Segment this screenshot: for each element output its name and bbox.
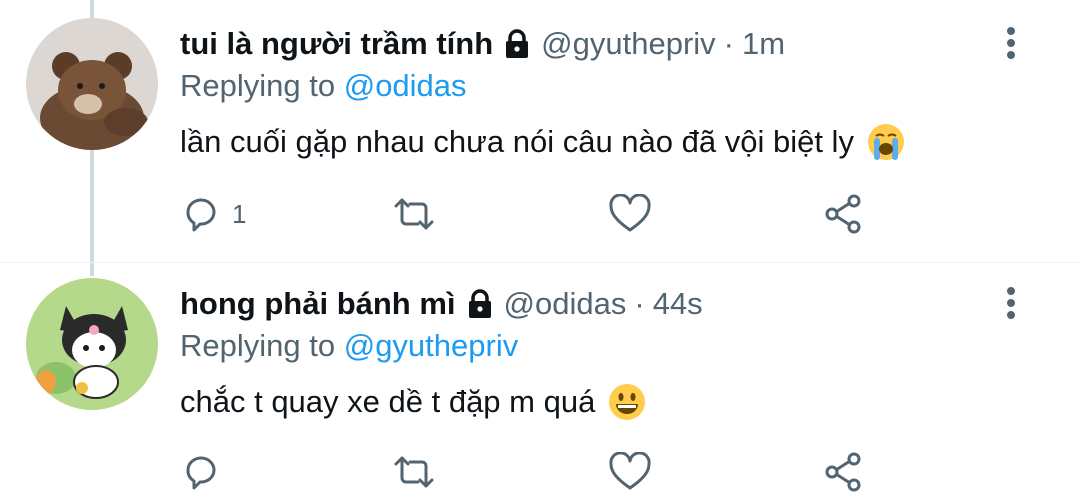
separator-dot: · xyxy=(634,286,645,321)
more-options-icon[interactable] xyxy=(1001,284,1021,324)
retweet-icon xyxy=(394,456,434,488)
like-button[interactable] xyxy=(608,452,652,492)
more-options-icon[interactable] xyxy=(1001,24,1021,64)
reply-button[interactable] xyxy=(180,452,232,492)
replying-to-line: Replying to @gyuthepriv xyxy=(180,328,518,364)
heart-icon xyxy=(609,194,651,232)
tweet-1[interactable]: tui là người trầm tính @gyuthepriv · 1m … xyxy=(0,0,1080,260)
handle[interactable]: @odidas xyxy=(504,286,627,322)
like-button[interactable] xyxy=(608,194,652,234)
reply-icon xyxy=(186,456,216,490)
kuromi-avatar[interactable] xyxy=(26,278,158,410)
replying-to-label: Replying to xyxy=(180,328,336,363)
tweet-text: lần cuối gặp nhau chưa nói câu nào đã vộ… xyxy=(180,122,906,162)
tweet-header: tui là người trầm tính @gyuthepriv · 1m xyxy=(180,26,785,62)
retweet-button[interactable] xyxy=(390,452,438,492)
grinning-face-icon xyxy=(607,382,647,422)
heart-icon xyxy=(609,452,651,490)
share-button[interactable] xyxy=(822,192,866,236)
display-name[interactable]: hong phải bánh mì xyxy=(180,286,456,322)
loudly-crying-face-icon xyxy=(866,122,906,162)
lock-icon xyxy=(501,28,533,60)
tweet-text: chắc t quay xe dề t đặp m quá xyxy=(180,382,647,422)
tweet-header: hong phải bánh mì @odidas · 44s xyxy=(180,286,703,322)
reply-button[interactable]: 1 xyxy=(180,194,246,234)
replying-to-line: Replying to @odidas xyxy=(180,68,467,104)
tweet-2[interactable]: hong phải bánh mì @odidas · 44s Replying… xyxy=(0,262,1080,504)
tweet-text-content: chắc t quay xe dề t đặp m quá xyxy=(180,384,596,419)
lock-icon xyxy=(464,288,496,320)
mention-link[interactable]: @odidas xyxy=(344,68,467,103)
timestamp[interactable]: 44s xyxy=(653,286,703,322)
mention-link[interactable]: @gyuthepriv xyxy=(344,328,519,363)
tweet-text-content: lần cuối gặp nhau chưa nói câu nào đã vộ… xyxy=(180,124,854,159)
retweet-icon xyxy=(394,198,434,230)
separator-dot: · xyxy=(723,26,734,61)
timestamp[interactable]: 1m xyxy=(742,26,785,62)
share-icon xyxy=(825,452,861,492)
display-name[interactable]: tui là người trầm tính xyxy=(180,26,493,62)
share-icon xyxy=(825,194,861,234)
share-button[interactable] xyxy=(822,450,866,494)
retweet-button[interactable] xyxy=(390,194,438,234)
reply-icon xyxy=(186,198,216,232)
reply-count: 1 xyxy=(232,198,247,229)
handle[interactable]: @gyuthepriv xyxy=(541,26,716,62)
teddy-bear-avatar[interactable] xyxy=(26,18,158,150)
replying-to-label: Replying to xyxy=(180,68,336,103)
